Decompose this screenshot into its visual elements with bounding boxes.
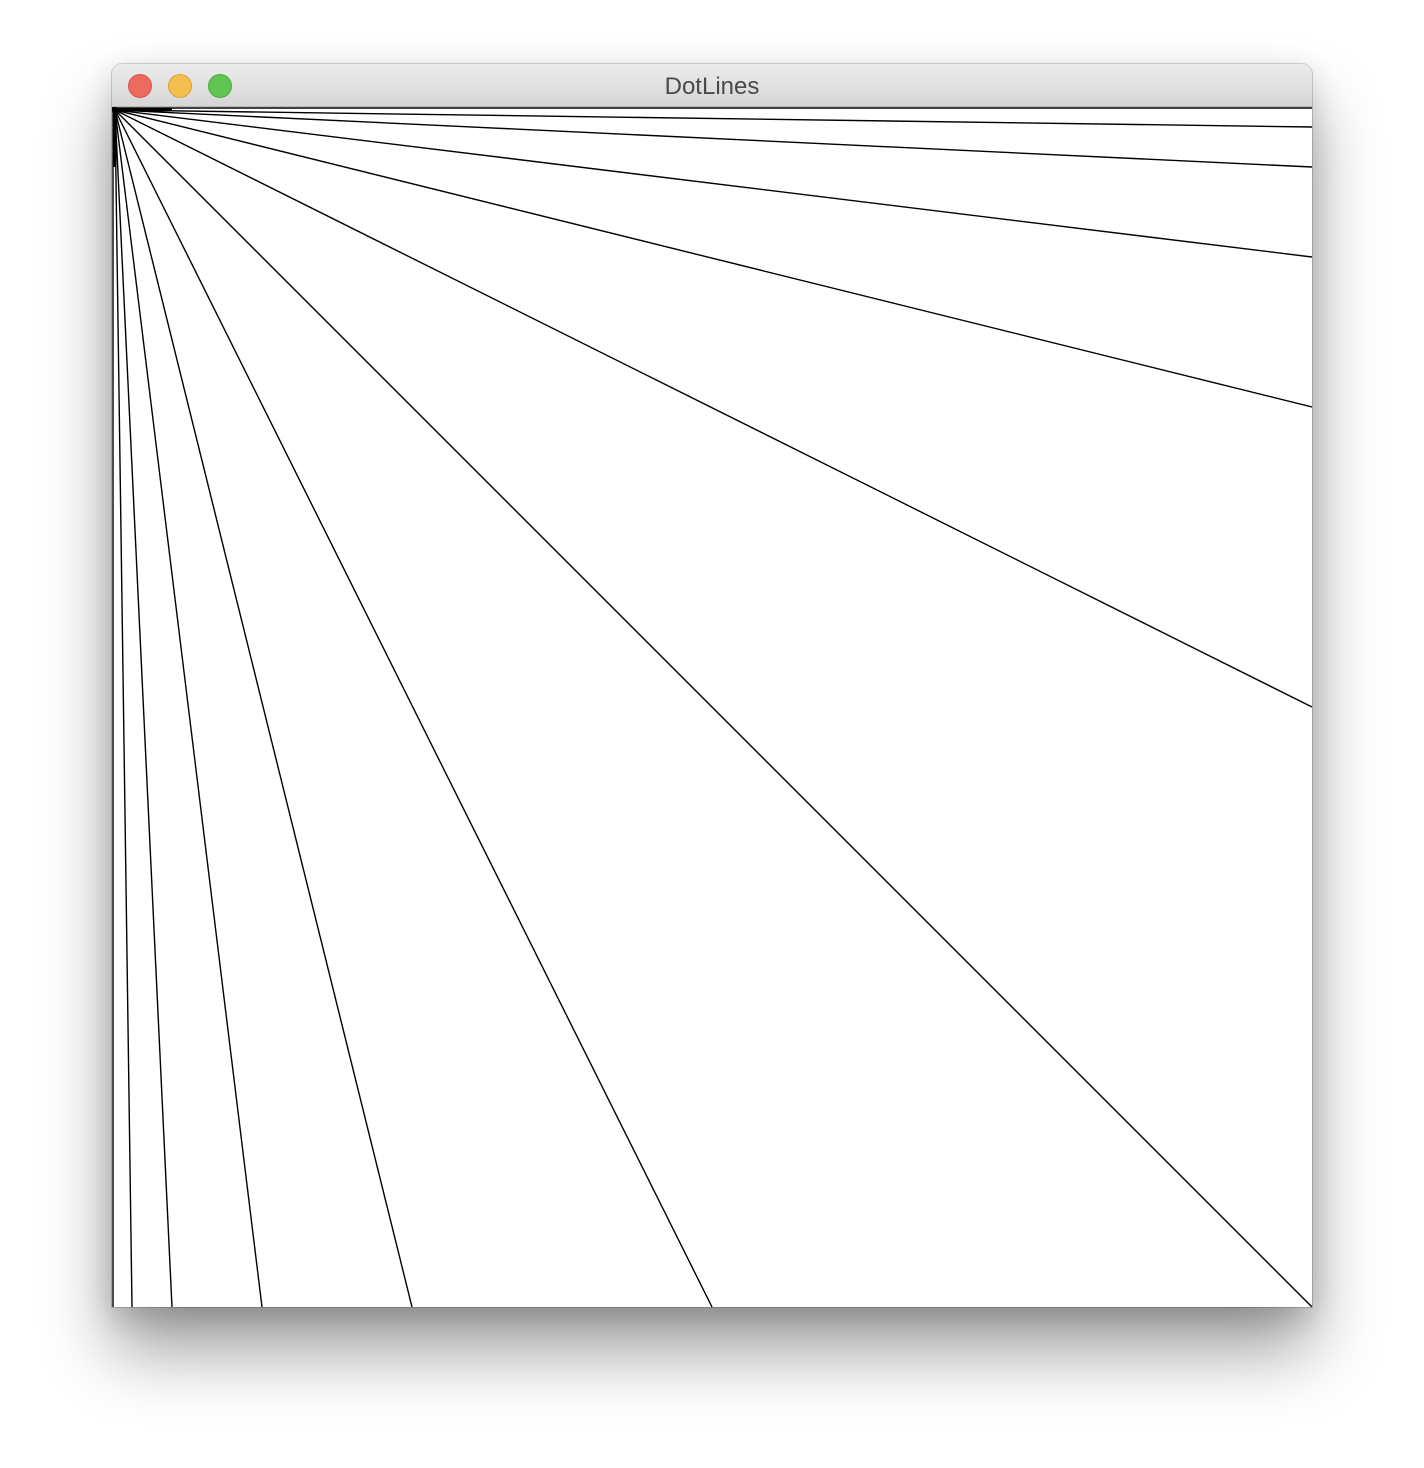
fan-line-7 bbox=[114, 109, 713, 1307]
title-bar[interactable]: DotLines bbox=[112, 64, 1312, 107]
fan-line-4 bbox=[114, 109, 1312, 258]
app-window: DotLines bbox=[112, 64, 1312, 1307]
fan-line-9 bbox=[114, 109, 263, 1307]
fan-line-2 bbox=[114, 109, 1312, 708]
dot-lines-drawing bbox=[112, 107, 1312, 1307]
window-title: DotLines bbox=[664, 73, 760, 100]
drawing-canvas[interactable] bbox=[112, 107, 1312, 1307]
fan-line-3 bbox=[114, 109, 1312, 408]
fan-line-8 bbox=[114, 109, 413, 1307]
fan-line-1 bbox=[114, 109, 1312, 1307]
